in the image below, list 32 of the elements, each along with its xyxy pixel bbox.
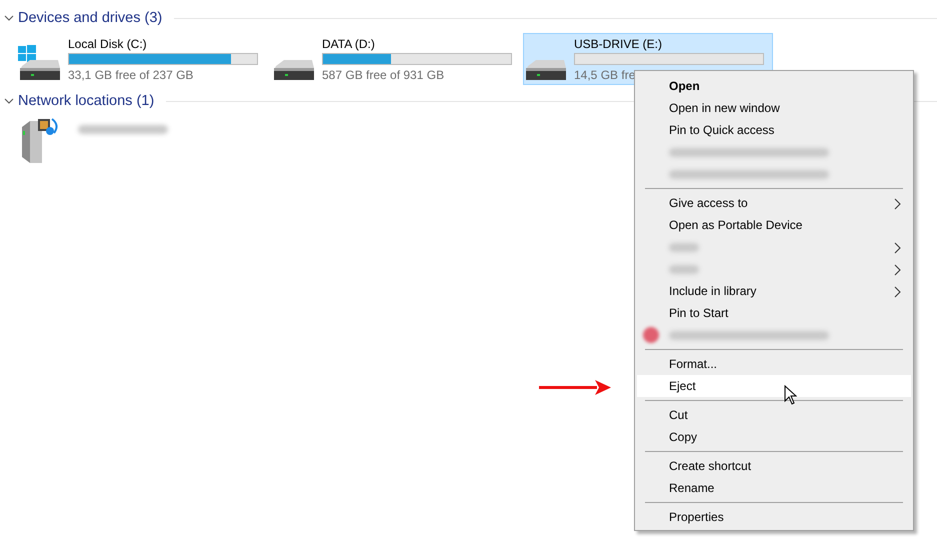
mouse-cursor-icon [784, 385, 797, 405]
redacted-text [669, 264, 699, 274]
menu-item[interactable]: Open as Portable Device [637, 214, 911, 236]
menu-item[interactable]: Pin to Quick access [637, 119, 911, 141]
menu-item[interactable]: Cut [637, 404, 911, 426]
drive-name: DATA (D:) [322, 37, 376, 52]
menu-item[interactable]: Give access to [637, 192, 911, 214]
chevron-icon[interactable] [4, 14, 14, 22]
drive-tile[interactable]: DATA (D:) 587 GB free of 931 GB [271, 33, 521, 85]
drive-name: Local Disk (C:) [68, 37, 148, 52]
free-space-text: 587 GB free of 931 GB [322, 68, 446, 82]
blurred-icon [643, 327, 659, 343]
drive-tile[interactable]: Local Disk (C:) 33,1 GB free of 237 GB [17, 33, 267, 85]
drive-icon [524, 58, 568, 82]
menu-item[interactable]: Include in library [637, 280, 911, 302]
system-drive-icon [18, 44, 62, 82]
redacted-text [669, 242, 699, 252]
arrow-annotation [539, 380, 611, 396]
free-space-text: 33,1 GB free of 237 GB [68, 68, 194, 82]
drive-icon [272, 58, 316, 82]
menu-item[interactable]: Format... [637, 353, 911, 375]
menu-item[interactable]: Rename [637, 477, 911, 499]
menu-item[interactable]: Copy [637, 426, 911, 448]
menu-item[interactable]: Properties [637, 506, 911, 528]
menu-item[interactable]: Eject [637, 375, 911, 397]
menu-item[interactable]: Create shortcut [637, 455, 911, 477]
section-title: Devices and drives (3) [18, 10, 162, 26]
drive-name: USB-DRIVE (E:) [574, 37, 664, 52]
menu-item[interactable]: Open in new window [637, 97, 911, 119]
chevron-icon[interactable] [4, 97, 14, 105]
menu-item[interactable]: Pin to Start [637, 302, 911, 324]
section-title: Network locations (1) [18, 93, 154, 109]
